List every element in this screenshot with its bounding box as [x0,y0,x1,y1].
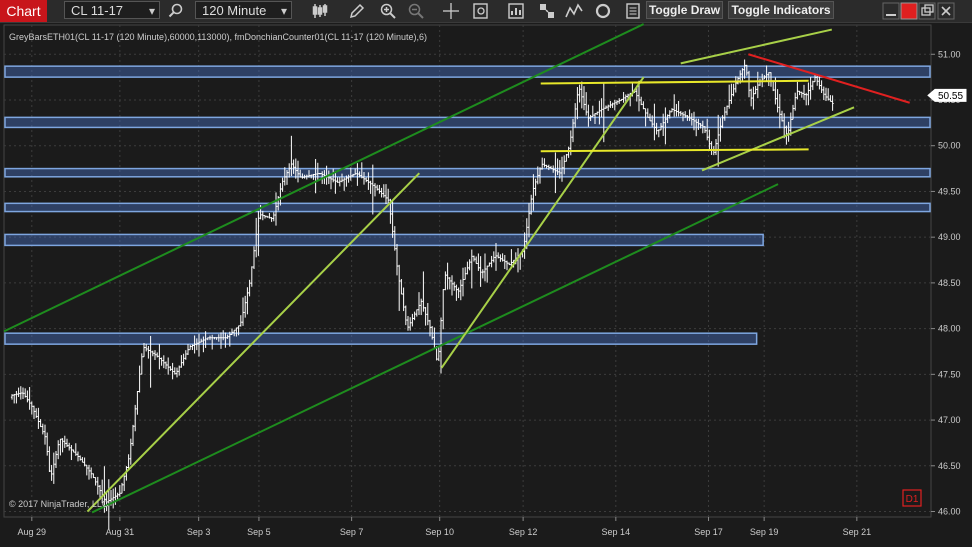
maximize-icon[interactable] [900,2,918,20]
chart-toolbar: Chart CL 11-17 ▾ 120 Minute ▾ Toggle Dra… [0,0,972,23]
svg-text:D1: D1 [906,494,919,505]
x-tick-label: Sep 12 [509,527,538,537]
notes-icon[interactable] [624,2,642,20]
price-zone [4,202,931,213]
data-box-icon[interactable] [472,2,490,20]
templates-icon[interactable] [538,2,556,20]
y-tick-label: 46.00 [938,507,961,517]
zoom-in-icon[interactable] [379,2,397,20]
chart-title: GreyBarsETH01(CL 11-17 (120 Minute),6000… [9,32,428,42]
minimize-icon[interactable] [882,2,900,20]
x-tick-label: Sep 17 [694,527,723,537]
price-chart[interactable]: 51.0050.5050.0049.5049.0048.5048.0047.50… [0,23,972,547]
strategies-icon[interactable] [565,2,583,20]
chevron-down-icon: ▾ [148,4,155,18]
x-tick-label: Sep 5 [247,527,271,537]
pencil-icon[interactable] [348,2,366,20]
price-zone [4,233,764,247]
y-tick-label: 48.50 [938,278,961,288]
price-zone [4,332,758,345]
x-tick-label: Aug 29 [18,527,47,537]
y-tick-label: 48.00 [938,324,961,334]
close-icon[interactable] [937,2,955,20]
instrument-value: CL 11-17 [71,3,124,18]
interval-selector[interactable]: 120 Minute ▾ [195,1,292,19]
y-tick-label: 49.00 [938,232,961,242]
price-zone [4,167,931,178]
chart-tab[interactable]: Chart [0,0,47,22]
chevron-down-icon: ▾ [280,4,287,18]
x-tick-label: Sep 3 [187,527,211,537]
x-tick-label: Sep 14 [602,527,631,537]
bar-style-icon[interactable] [311,2,329,20]
x-tick-label: Sep 10 [425,527,454,537]
last-price-marker: 50.55 [927,88,967,102]
last-price-label: 50.55 [938,91,963,102]
x-tick-label: Sep 21 [843,527,872,537]
y-tick-label: 51.00 [938,49,961,59]
x-tick-label: Aug 31 [106,527,135,537]
x-tick-label: Sep 19 [750,527,779,537]
interval-value: 120 Minute [202,3,267,18]
zoom-out-icon[interactable] [407,2,425,20]
crosshair-icon[interactable] [442,2,460,20]
reload-icon[interactable] [594,2,612,20]
y-tick-label: 50.00 [938,141,961,151]
instrument-selector[interactable]: CL 11-17 ▾ [64,1,160,19]
search-icon[interactable] [167,2,185,20]
y-tick-label: 46.50 [938,461,961,471]
copyright-text: © 2017 NinjaTrader, LLC [9,499,109,509]
x-tick-label: Sep 7 [340,527,364,537]
y-tick-label: 49.50 [938,186,961,196]
restore-icon[interactable] [918,2,936,20]
y-tick-label: 47.50 [938,369,961,379]
toggle-indicators-button[interactable]: Toggle Indicators [728,1,834,19]
chart-properties-icon[interactable] [507,2,525,20]
toggle-draw-button[interactable]: Toggle Draw [646,1,723,19]
y-tick-label: 47.00 [938,415,961,425]
